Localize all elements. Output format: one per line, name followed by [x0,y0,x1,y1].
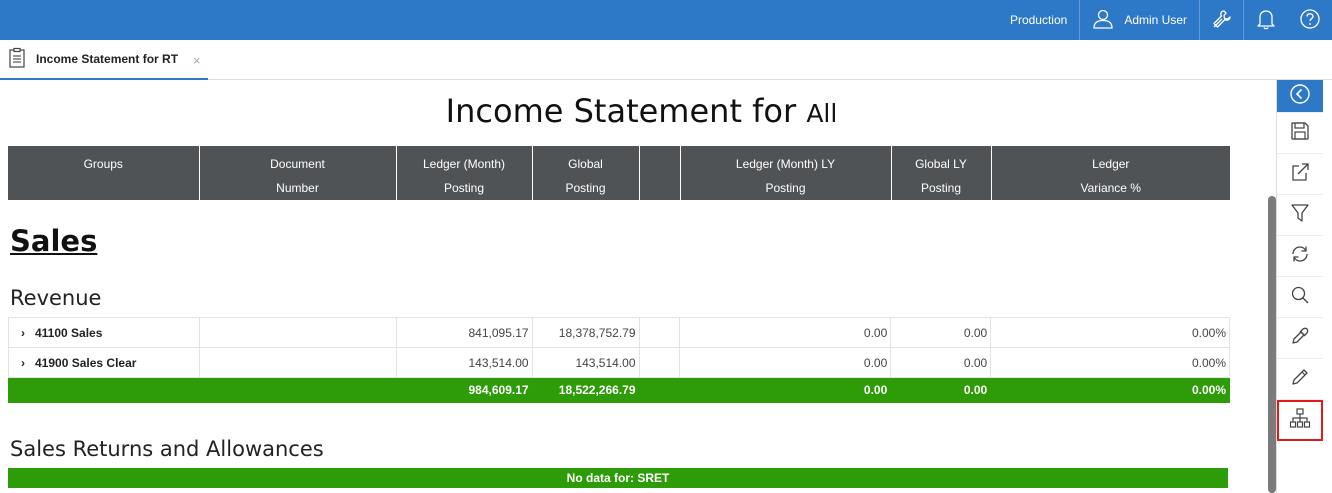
table-row[interactable]: › 41100 Sales 841,095.17 18,378,752.79 0.… [8,317,1230,348]
refresh-button[interactable] [1277,236,1323,277]
report-area: Income Statement for All Groups Document… [0,80,1268,493]
filter-icon [1290,203,1310,228]
cell-ledger-ly: 0.00 [679,317,892,348]
total-global-ly: 0.00 [890,377,992,403]
cell-ledger: 841,095.17 [395,317,533,348]
hierarchy-button[interactable] [1277,400,1323,441]
total-global: 18,522,266.79 [531,377,640,403]
cell-doc [198,317,397,348]
user-name: Admin User [1124,13,1187,27]
cell-variance: 0.00% [990,347,1230,378]
col-blank [639,146,681,200]
group-title-revenue: Revenue [10,286,102,310]
tab-income-statement[interactable]: Income Statement for RT × [0,40,208,80]
column-header: Groups Document Number Ledger (Month) Post… [8,146,1230,200]
tab-title: Income Statement for RT [36,52,179,66]
save-button[interactable] [1277,113,1323,154]
back-icon [1289,83,1311,110]
total-ledger-ly: 0.00 [679,377,892,403]
bell-icon [1256,8,1276,33]
cell-variance: 0.00% [990,317,1230,348]
user-icon [1092,9,1114,32]
filter-button[interactable] [1277,195,1323,236]
table-row[interactable]: › 41900 Sales Clear 143,514.00 143,514.00… [8,347,1230,378]
pencil-icon [1290,367,1310,392]
total-row: 984,609.17 18,522,266.79 0.00 0.00 0.00% [8,377,1230,403]
row-label[interactable]: › 41900 Sales Clear [8,347,200,378]
total-doc [198,377,397,403]
settings-button[interactable] [1200,0,1244,40]
tab-bar: Income Statement for RT × [0,40,1332,80]
no-data-banner: No data for: SRET [8,468,1228,488]
cell-doc [198,347,397,378]
share-icon [1290,162,1310,187]
cell-ledger: 143,514.00 [395,347,533,378]
report-title: Income Statement for All [0,92,1268,130]
wrench-icon [1211,8,1233,33]
col-global-posting[interactable]: Global Posting [532,146,640,200]
section-title: Sales [10,224,98,258]
refresh-icon [1290,244,1310,269]
cell-blank [638,347,681,378]
right-toolbar [1276,80,1323,493]
save-icon [1290,121,1310,146]
collapse-panel-button[interactable] [1277,80,1323,113]
search-button[interactable] [1277,277,1323,318]
report-title-text: Income Statement for [445,92,797,130]
col-global-ly-posting[interactable]: Global LY Posting [891,146,992,200]
total-ledger: 984,609.17 [395,377,533,403]
edit-button[interactable] [1277,359,1323,400]
help-icon [1299,8,1321,33]
cell-global-ly: 0.00 [890,347,992,378]
hierarchy-icon [1289,407,1311,434]
cell-global-ly: 0.00 [890,317,992,348]
cell-global: 143,514.00 [531,347,640,378]
col-document-number[interactable]: Document Number [199,146,397,200]
chevron-right-icon[interactable]: › [21,326,25,340]
revenue-table: › 41100 Sales 841,095.17 18,378,752.79 0.… [8,317,1230,403]
row-label[interactable]: › 41100 Sales [8,317,200,348]
help-button[interactable] [1288,0,1332,40]
close-tab-icon[interactable]: × [193,53,201,68]
col-ledger-variance[interactable]: Ledger Variance % [991,146,1230,200]
total-variance: 0.00% [990,377,1230,403]
col-groups[interactable]: Groups [8,146,200,200]
total-blank [638,377,681,403]
environment-label[interactable]: Production [998,0,1081,40]
col-ledger-month-ly-posting[interactable]: Ledger (Month) LY Posting [680,146,892,200]
group-title-returns: Sales Returns and Allowances [10,437,324,461]
export-button[interactable] [1277,154,1323,195]
search-icon [1290,285,1310,310]
chevron-right-icon[interactable]: › [21,356,25,370]
clipboard-icon [8,47,26,72]
eyedropper-icon [1290,326,1310,351]
notifications-button[interactable] [1244,0,1288,40]
report-scope: All [806,99,838,128]
vertical-scrollbar[interactable] [1268,196,1276,493]
top-bar: Production Admin User [0,0,1332,40]
eyedropper-button[interactable] [1277,318,1323,359]
col-ledger-month-posting[interactable]: Ledger (Month) Posting [396,146,533,200]
cell-global: 18,378,752.79 [531,317,640,348]
cell-ledger-ly: 0.00 [679,347,892,378]
cell-blank [638,317,681,348]
total-label [8,377,200,403]
user-menu[interactable]: Admin User [1080,0,1200,40]
